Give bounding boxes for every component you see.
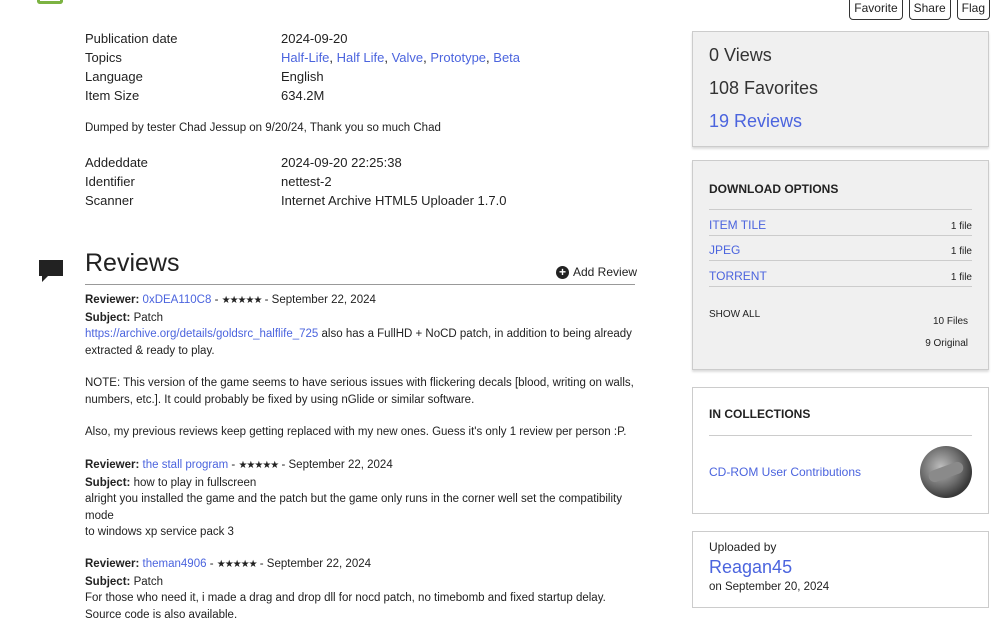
review-body: NOTE: This version of the game seems to …	[85, 377, 634, 406]
meta-row-addeddate: Addeddate 2024-09-20 22:25:38	[85, 153, 506, 172]
review-date: September 22, 2024	[288, 459, 393, 471]
item-thumbnail[interactable]	[37, 0, 63, 4]
review-date: September 22, 2024	[266, 558, 372, 570]
top-actions: Favorite Share Flag	[849, 0, 990, 20]
collection-item: CD-ROM User Contributions	[709, 446, 972, 498]
review-link[interactable]: https://archive.org/details/goldsrc_half…	[85, 328, 318, 340]
download-jpeg-link[interactable]: JPEG	[709, 243, 740, 257]
reviewer-label: Reviewer:	[85, 558, 140, 570]
subject-label: Subject:	[85, 575, 131, 588]
collection-thumbnail[interactable]	[920, 446, 972, 498]
topic-link[interactable]: Half Life	[337, 50, 385, 65]
collections-heading: IN COLLECTIONS	[709, 407, 972, 436]
meta-value: Internet Archive HTML5 Uploader 1.7.0	[281, 193, 507, 208]
meta-key: Item Size	[85, 88, 140, 103]
file-count: 1 file	[950, 220, 972, 232]
meta-key: Language	[85, 69, 143, 84]
review-item: Reviewer: 0xDEA110C8 - ★★★★★ - September…	[85, 292, 637, 441]
flag-button[interactable]: Flag	[956, 0, 990, 20]
review-body: Source code is also available.	[85, 608, 238, 621]
reviewer-link[interactable]: 0xDEA110C8	[143, 294, 212, 306]
reviews-count-link[interactable]: 19 Reviews	[709, 110, 972, 143]
original-count: 9 Original	[925, 337, 968, 349]
publication-date-link[interactable]: 2024-09-20	[281, 29, 348, 48]
meta-row-language: Language English	[85, 67, 520, 86]
rating-stars: ★★★★★	[216, 559, 258, 570]
review-item: Reviewer: theman4906 - ★★★★★ - September…	[85, 556, 637, 623]
meta-key: Addeddate	[85, 155, 148, 170]
meta-key: Topics	[85, 50, 122, 65]
metadata-list-extra: Addeddate 2024-09-20 22:25:38 Identifier…	[85, 153, 506, 210]
show-all-link[interactable]: SHOW ALL	[709, 309, 760, 320]
topics-list: Half-Life, Half Life, Valve, Prototype, …	[281, 50, 521, 65]
topic-link[interactable]: Half-Life	[281, 50, 329, 65]
download-option-row: ITEM TILE 1 file	[709, 210, 972, 236]
download-option-row: JPEG 1 file	[709, 236, 972, 261]
reviewer-link[interactable]: the stall program	[143, 459, 229, 471]
meta-row-publication-date: Publication date 2024-09-20	[85, 29, 520, 48]
uploaded-by-label: Uploaded by	[709, 540, 777, 554]
reviewer-label: Reviewer:	[85, 459, 140, 471]
metadata-list: Publication date 2024-09-20 Topics Half-…	[85, 29, 520, 105]
show-all-section: SHOW ALL 10 Files 9 Original	[709, 287, 972, 357]
file-count: 1 file	[950, 271, 972, 283]
download-option-row: TORRENT 1 file	[709, 261, 972, 287]
views-count: 0 Views	[709, 45, 772, 65]
review-date: September 22, 2024	[271, 294, 376, 306]
review-body: For those who need it, i made a drag and…	[85, 592, 606, 604]
review-subject: Patch	[133, 311, 163, 324]
uploader-link[interactable]: Reagan45	[709, 557, 972, 578]
reviews-heading: Reviews	[85, 249, 180, 277]
meta-key: Identifier	[85, 174, 135, 189]
download-item-tile-link[interactable]: ITEM TILE	[709, 218, 766, 232]
meta-row-identifier: Identifier nettest-2	[85, 172, 506, 191]
download-torrent-link[interactable]: TORRENT	[709, 269, 767, 283]
item-stats-panel: 0 Views 108 Favorites 19 Reviews	[692, 31, 989, 147]
meta-row-item-size: Item Size 634.2M	[85, 86, 520, 105]
speech-bubble-icon	[39, 260, 63, 282]
reviewer-link[interactable]: theman4906	[143, 558, 207, 570]
collection-link[interactable]: CD-ROM User Contributions	[709, 465, 861, 479]
language-link[interactable]: English	[281, 67, 324, 86]
add-review-label: Add Review	[573, 265, 638, 279]
review-item: Reviewer: the stall program - ★★★★★ - Se…	[85, 457, 637, 541]
rating-stars: ★★★★★	[238, 460, 279, 471]
upload-date: on September 20, 2024	[709, 581, 830, 593]
topic-link[interactable]: Valve	[392, 50, 424, 65]
favorite-button[interactable]: Favorite	[849, 0, 903, 20]
review-subject: Patch	[133, 575, 163, 588]
item-description: Dumped by tester Chad Jessup on 9/20/24,…	[85, 122, 441, 134]
review-body: alright you installed the game and the p…	[85, 493, 622, 522]
topic-link[interactable]: Beta	[493, 50, 520, 65]
file-count: 1 file	[950, 246, 972, 257]
favorites-count: 108 Favorites	[709, 78, 819, 98]
add-review-button[interactable]: + Add Review	[556, 265, 637, 279]
topic-link[interactable]: Prototype	[430, 50, 486, 65]
meta-row-topics: Topics Half-Life, Half Life, Valve, Prot…	[85, 48, 520, 67]
meta-value: 2024-09-20 22:25:38	[281, 155, 402, 170]
subject-label: Subject:	[85, 311, 131, 324]
share-button[interactable]: Share	[908, 0, 951, 20]
review-body: to windows xp service pack 3	[85, 526, 234, 538]
uploader-panel: Uploaded by Reagan45 on September 20, 20…	[692, 531, 989, 608]
download-options-heading: DOWNLOAD OPTIONS	[709, 182, 972, 210]
collections-panel: IN COLLECTIONS CD-ROM User Contributions	[692, 387, 989, 514]
files-count: 10 Files	[932, 315, 968, 327]
review-subject: how to play in fullscreen	[133, 476, 257, 489]
reviewer-label: Reviewer:	[85, 294, 140, 306]
item-size-value: 634.2M	[281, 88, 325, 103]
rating-stars: ★★★★★	[221, 295, 263, 306]
plus-circle-icon: +	[556, 265, 569, 279]
meta-key: Scanner	[85, 193, 134, 208]
review-body: Also, my previous reviews keep getting r…	[85, 426, 627, 438]
meta-key: Publication date	[85, 31, 178, 46]
subject-label: Subject:	[85, 476, 131, 489]
divider	[85, 284, 635, 285]
meta-row-scanner: Scanner Internet Archive HTML5 Uploader …	[85, 191, 506, 210]
download-options-panel: DOWNLOAD OPTIONS ITEM TILE 1 file JPEG 1…	[692, 160, 989, 370]
meta-value: nettest-2	[281, 174, 332, 189]
